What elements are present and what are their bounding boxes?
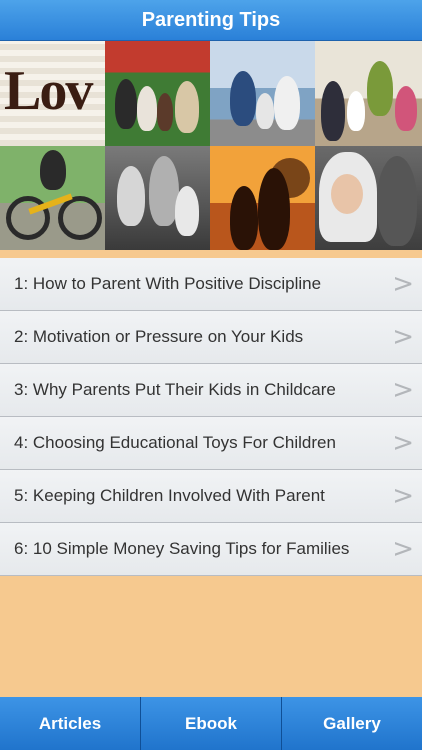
- chevron-right-icon: >: [392, 269, 414, 299]
- child-hood-photo: [315, 146, 422, 250]
- sunset-silhouette-photo: [210, 146, 315, 250]
- bottom-tab-bar: Articles Ebook Gallery: [0, 697, 422, 750]
- tab-gallery[interactable]: Gallery: [282, 697, 422, 750]
- article-row-2[interactable]: 2: Motivation or Pressure on Your Kids >: [0, 311, 422, 364]
- article-row-1[interactable]: 1: How to Parent With Positive Disciplin…: [0, 258, 422, 311]
- article-title: 5: Keeping Children Involved With Parent: [14, 486, 325, 505]
- article-row-4[interactable]: 4: Choosing Educational Toys For Childre…: [0, 417, 422, 470]
- article-row-5[interactable]: 5: Keeping Children Involved With Parent…: [0, 470, 422, 523]
- family-bench-photo: [210, 41, 315, 146]
- article-title: 1: How to Parent With Positive Disciplin…: [14, 274, 322, 293]
- photo-collage-banner: Lov: [0, 41, 422, 250]
- article-row-6[interactable]: 6: 10 Simple Money Saving Tips for Famil…: [0, 523, 422, 576]
- chevron-right-icon: >: [392, 322, 414, 352]
- article-title: 2: Motivation or Pressure on Your Kids: [14, 327, 304, 346]
- family-portrait-photo: [105, 146, 210, 250]
- chevron-right-icon: >: [392, 481, 414, 511]
- article-title: 4: Choosing Educational Toys For Childre…: [14, 433, 336, 452]
- article-list: 1: How to Parent With Positive Disciplin…: [0, 258, 422, 576]
- tab-articles[interactable]: Articles: [0, 697, 141, 750]
- bicycle-photo: [0, 146, 105, 250]
- family-garden-photo: [105, 41, 210, 146]
- chevron-right-icon: >: [392, 534, 414, 564]
- chevron-right-icon: >: [392, 428, 414, 458]
- love-text: Lov: [4, 60, 93, 122]
- chevron-right-icon: >: [392, 375, 414, 405]
- divider-strip: [0, 250, 422, 258]
- article-title: 3: Why Parents Put Their Kids in Childca…: [14, 380, 336, 399]
- article-title: 6: 10 Simple Money Saving Tips for Famil…: [14, 539, 350, 558]
- article-row-3[interactable]: 3: Why Parents Put Their Kids in Childca…: [0, 364, 422, 417]
- navigation-bar: Parenting Tips: [0, 0, 422, 41]
- love-collage-photo: Lov: [0, 41, 105, 146]
- family-dinner-photo: [315, 41, 422, 146]
- page-title: Parenting Tips: [141, 8, 281, 31]
- tab-ebook[interactable]: Ebook: [141, 697, 282, 750]
